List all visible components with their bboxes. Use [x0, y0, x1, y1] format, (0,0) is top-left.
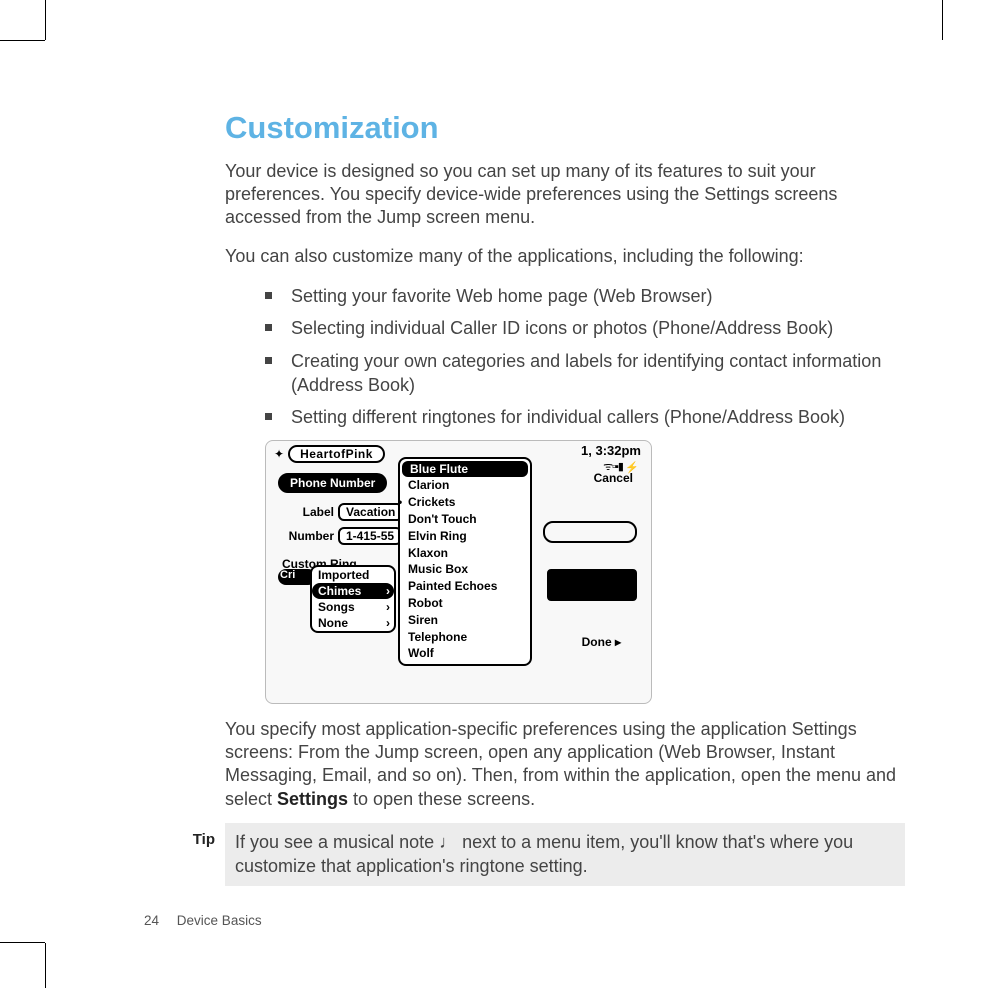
list-item: Creating your own categories and labels …	[265, 349, 905, 398]
ringtone-item: Music Box	[400, 561, 530, 578]
category-menu: Imported Chimes› Songs› None›	[310, 565, 396, 633]
crop-mark	[942, 0, 943, 40]
ringtone-item: Telephone	[400, 629, 530, 646]
page-number: 24	[144, 913, 159, 928]
menu-item: Songs›	[312, 599, 394, 615]
ringtone-item: Painted Echoes	[400, 578, 530, 595]
chevron-right-icon: ›	[386, 616, 390, 630]
menu-item: Imported	[312, 567, 394, 583]
ringtone-item: Wolf	[400, 645, 530, 662]
tip-label: Tip	[173, 823, 215, 848]
ringtone-item: Siren	[400, 612, 530, 629]
cancel-label: Cancel	[594, 471, 633, 485]
ringtone-item-selected: Blue Flute	[402, 461, 528, 478]
tip-box: If you see a musical note ♩ next to a me…	[225, 823, 905, 886]
chevron-right-icon: ›	[386, 600, 390, 614]
bullet-icon: •	[398, 494, 402, 511]
menu-item-selected: Chimes›	[312, 583, 394, 599]
ringtone-item: Elvin Ring	[400, 528, 530, 545]
list-item: Selecting individual Caller ID icons or …	[265, 316, 905, 340]
musical-note-icon: ♩	[439, 831, 457, 854]
blank-field	[543, 521, 637, 543]
crop-mark	[0, 40, 45, 41]
device-screenshot: ✦ HeartofPink 1, 3:32pm ᯤ▫▪▮ ⚡ Phone Num…	[265, 440, 652, 704]
label-caption: Label	[278, 505, 334, 519]
clock-label: 1, 3:32pm	[581, 443, 641, 458]
ringtone-menu: Blue Flute Clarion •Crickets Don't Touch…	[398, 457, 532, 667]
crop-mark	[45, 0, 46, 40]
section-tab: Phone Number	[278, 473, 387, 493]
number-value: 1-415-55	[338, 527, 402, 545]
chevron-right-icon: ›	[386, 584, 390, 598]
ringtone-item: Don't Touch	[400, 511, 530, 528]
section-name: Device Basics	[177, 913, 262, 928]
label-value: Vacation	[338, 503, 403, 521]
black-bar	[547, 569, 637, 601]
after-paragraph: You specify most application-specific pr…	[225, 718, 905, 812]
check-icon: ▸	[615, 635, 621, 649]
window-title: HeartofPink	[288, 445, 385, 463]
lead-paragraph: You can also customize many of the appli…	[225, 245, 905, 268]
page-footer: 24 Device Basics	[144, 913, 262, 928]
list-item: Setting different ringtones for individu…	[265, 405, 905, 429]
back-icon: ✦	[274, 447, 284, 461]
crop-mark	[45, 943, 46, 988]
number-caption: Number	[278, 529, 334, 543]
ringtone-item: Clarion	[400, 477, 530, 494]
done-label: Done ▸	[582, 635, 621, 649]
crop-mark	[0, 942, 45, 943]
page-heading: Customization	[225, 110, 905, 146]
list-item: Setting your favorite Web home page (Web…	[265, 284, 905, 308]
intro-paragraph: Your device is designed so you can set u…	[225, 160, 905, 229]
ringtone-item: Klaxon	[400, 545, 530, 562]
menu-item: None›	[312, 615, 394, 631]
ringtone-item: •Crickets	[400, 494, 530, 511]
customization-list: Setting your favorite Web home page (Web…	[265, 284, 905, 429]
ringtone-item: Robot	[400, 595, 530, 612]
